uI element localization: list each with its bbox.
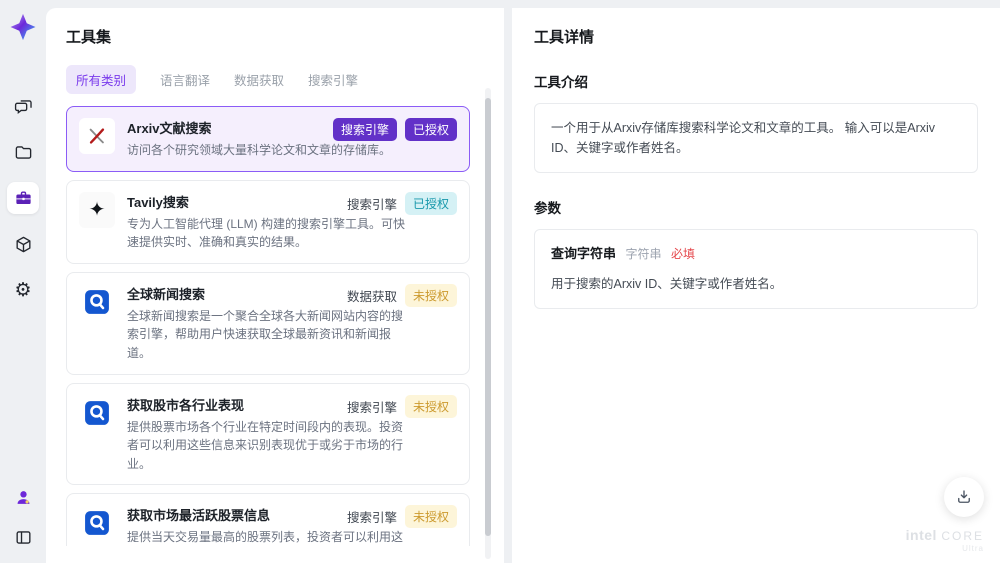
sidebar-bottom [7,481,39,553]
sidebar-item-chat[interactable] [7,90,39,122]
category-label: 搜索引擎 [346,511,397,526]
category-label: 搜索引擎 [346,400,397,415]
tool-description: 全球新闻搜索是一个聚合全球各大新闻网站内容的搜索引擎，帮助用户快速获取全球最新资… [127,308,404,360]
tool-description: 提供当天交易量最高的股票列表，投资者可以利用这些信息来识别流动性强的股票和潜在的… [127,530,404,545]
tab-data-fetch[interactable]: 数据获取 [234,65,284,94]
sidebar-item-toolbox[interactable] [7,182,39,214]
download-icon [958,490,970,503]
arxiv-icon [79,118,115,154]
user-avatar-button[interactable] [7,481,39,513]
intel-wordmark: intel [905,527,937,543]
tool-description: 提供股票市场各个行业在特定时间段内的表现。投资者可以利用这些信息来识别表现优于或… [127,419,404,471]
intel-sub-label: Ultra [962,544,984,553]
tab-translation[interactable]: 语言翻译 [160,65,210,94]
tool-list-scrollbar[interactable] [485,88,491,559]
sidebar-item-models[interactable] [7,228,39,260]
panel-toggle-icon [15,530,31,544]
scrollbar-thumb[interactable] [485,98,491,537]
tool-card-global-news[interactable]: 全球新闻搜索 全球新闻搜索是一个聚合全球各大新闻网站内容的搜索引擎，帮助用户快速… [66,271,470,375]
tool-detail-panel: 工具详情 工具介绍 一个用于从Arxiv存储库搜索科学论文和文章的工具。 输入可… [512,8,1000,563]
params-heading: 参数 [534,201,561,216]
folder-icon [15,145,31,159]
auth-status-badge: 未授权 [404,394,457,418]
sidebar-item-settings[interactable]: ⚙ [7,274,39,306]
tool-card-tavily[interactable]: ✦ Tavily搜索 专为人工智能代理 (LLM) 构建的搜索引擎工具。可快速提… [66,179,470,264]
intro-box: 一个用于从Arxiv存储库搜索科学论文和文章的工具。 输入可以是Arxiv ID… [534,103,978,173]
tab-all-categories[interactable]: 所有类别 [66,65,137,94]
sidebar-item-files[interactable] [7,136,39,168]
gear-icon: ⚙ [14,279,32,301]
detail-title: 工具详情 [534,29,595,46]
category-label: 数据获取 [346,289,397,304]
user-icon [17,490,29,504]
tab-search-engine[interactable]: 搜索引擎 [308,65,358,94]
tool-description: 访问各个研究领域大量科学论文和文章的存储库。 [127,143,392,157]
sidebar: ⚙ [0,0,46,563]
tavily-star-icon: ✦ [79,191,115,228]
tool-card-active-stocks[interactable]: 获取市场最活跃股票信息 提供当天交易量最高的股票列表，投资者可以利用这些信息来识… [66,493,470,546]
briefcase-icon [15,190,31,204]
auth-status-badge: 未授权 [404,505,457,529]
auth-status-badge: 未授权 [404,283,457,307]
app-logo-icon [10,13,36,41]
cube-icon [15,236,31,252]
category-tabs: 所有类别 语言翻译 数据获取 搜索引擎 [66,65,484,94]
collapse-panel-button[interactable] [7,521,39,553]
tool-list: Arxiv文献搜索 访问各个研究领域大量科学论文和文章的存储库。 搜索引擎 已授… [66,106,484,546]
intro-heading: 工具介绍 [534,75,588,90]
auth-status-badge: 已授权 [404,118,457,141]
download-button[interactable] [944,477,984,517]
category-label: 搜索引擎 [346,197,397,212]
category-badge: 搜索引擎 [332,118,397,141]
intel-core-logo: intel CORE Ultra [906,527,984,553]
core-wordmark: CORE [941,529,984,543]
intro-text: 一个用于从Arxiv存储库搜索科学论文和文章的工具。 输入可以是Arxiv ID… [551,121,936,155]
chat-icon [14,99,32,114]
param-type: 字符串 [625,247,662,261]
news-search-icon [79,283,115,320]
app-window: ⚙ 工具集 所有类别 语言翻译 数据获取 搜索引擎 Arxiv文献搜索 访问各个… [0,0,1000,563]
tool-card-arxiv[interactable]: Arxiv文献搜索 访问各个研究领域大量科学论文和文章的存储库。 搜索引擎 已授… [66,106,470,172]
param-box: 查询字符串 字符串 必填 用于搜索的Arxiv ID、关键字或作者姓名。 [534,229,978,309]
auth-status-badge: 已授权 [404,191,457,215]
stock-search-icon [79,394,115,431]
param-required-badge: 必填 [671,247,696,261]
tool-list-panel: 工具集 所有类别 语言翻译 数据获取 搜索引擎 Arxiv文献搜索 访问各个研究… [46,8,504,563]
param-name: 查询字符串 [551,246,617,261]
tool-description: 专为人工智能代理 (LLM) 构建的搜索引擎工具。可快速提供实时、准确和真实的结… [127,216,406,250]
stock-search-icon [79,505,115,542]
page-title: 工具集 [66,29,112,46]
param-description: 用于搜索的Arxiv ID、关键字或作者姓名。 [551,276,783,291]
sidebar-nav: ⚙ [7,90,39,306]
tool-card-sector-performance[interactable]: 获取股市各行业表现 提供股票市场各个行业在特定时间段内的表现。投资者可以利用这些… [66,382,470,486]
